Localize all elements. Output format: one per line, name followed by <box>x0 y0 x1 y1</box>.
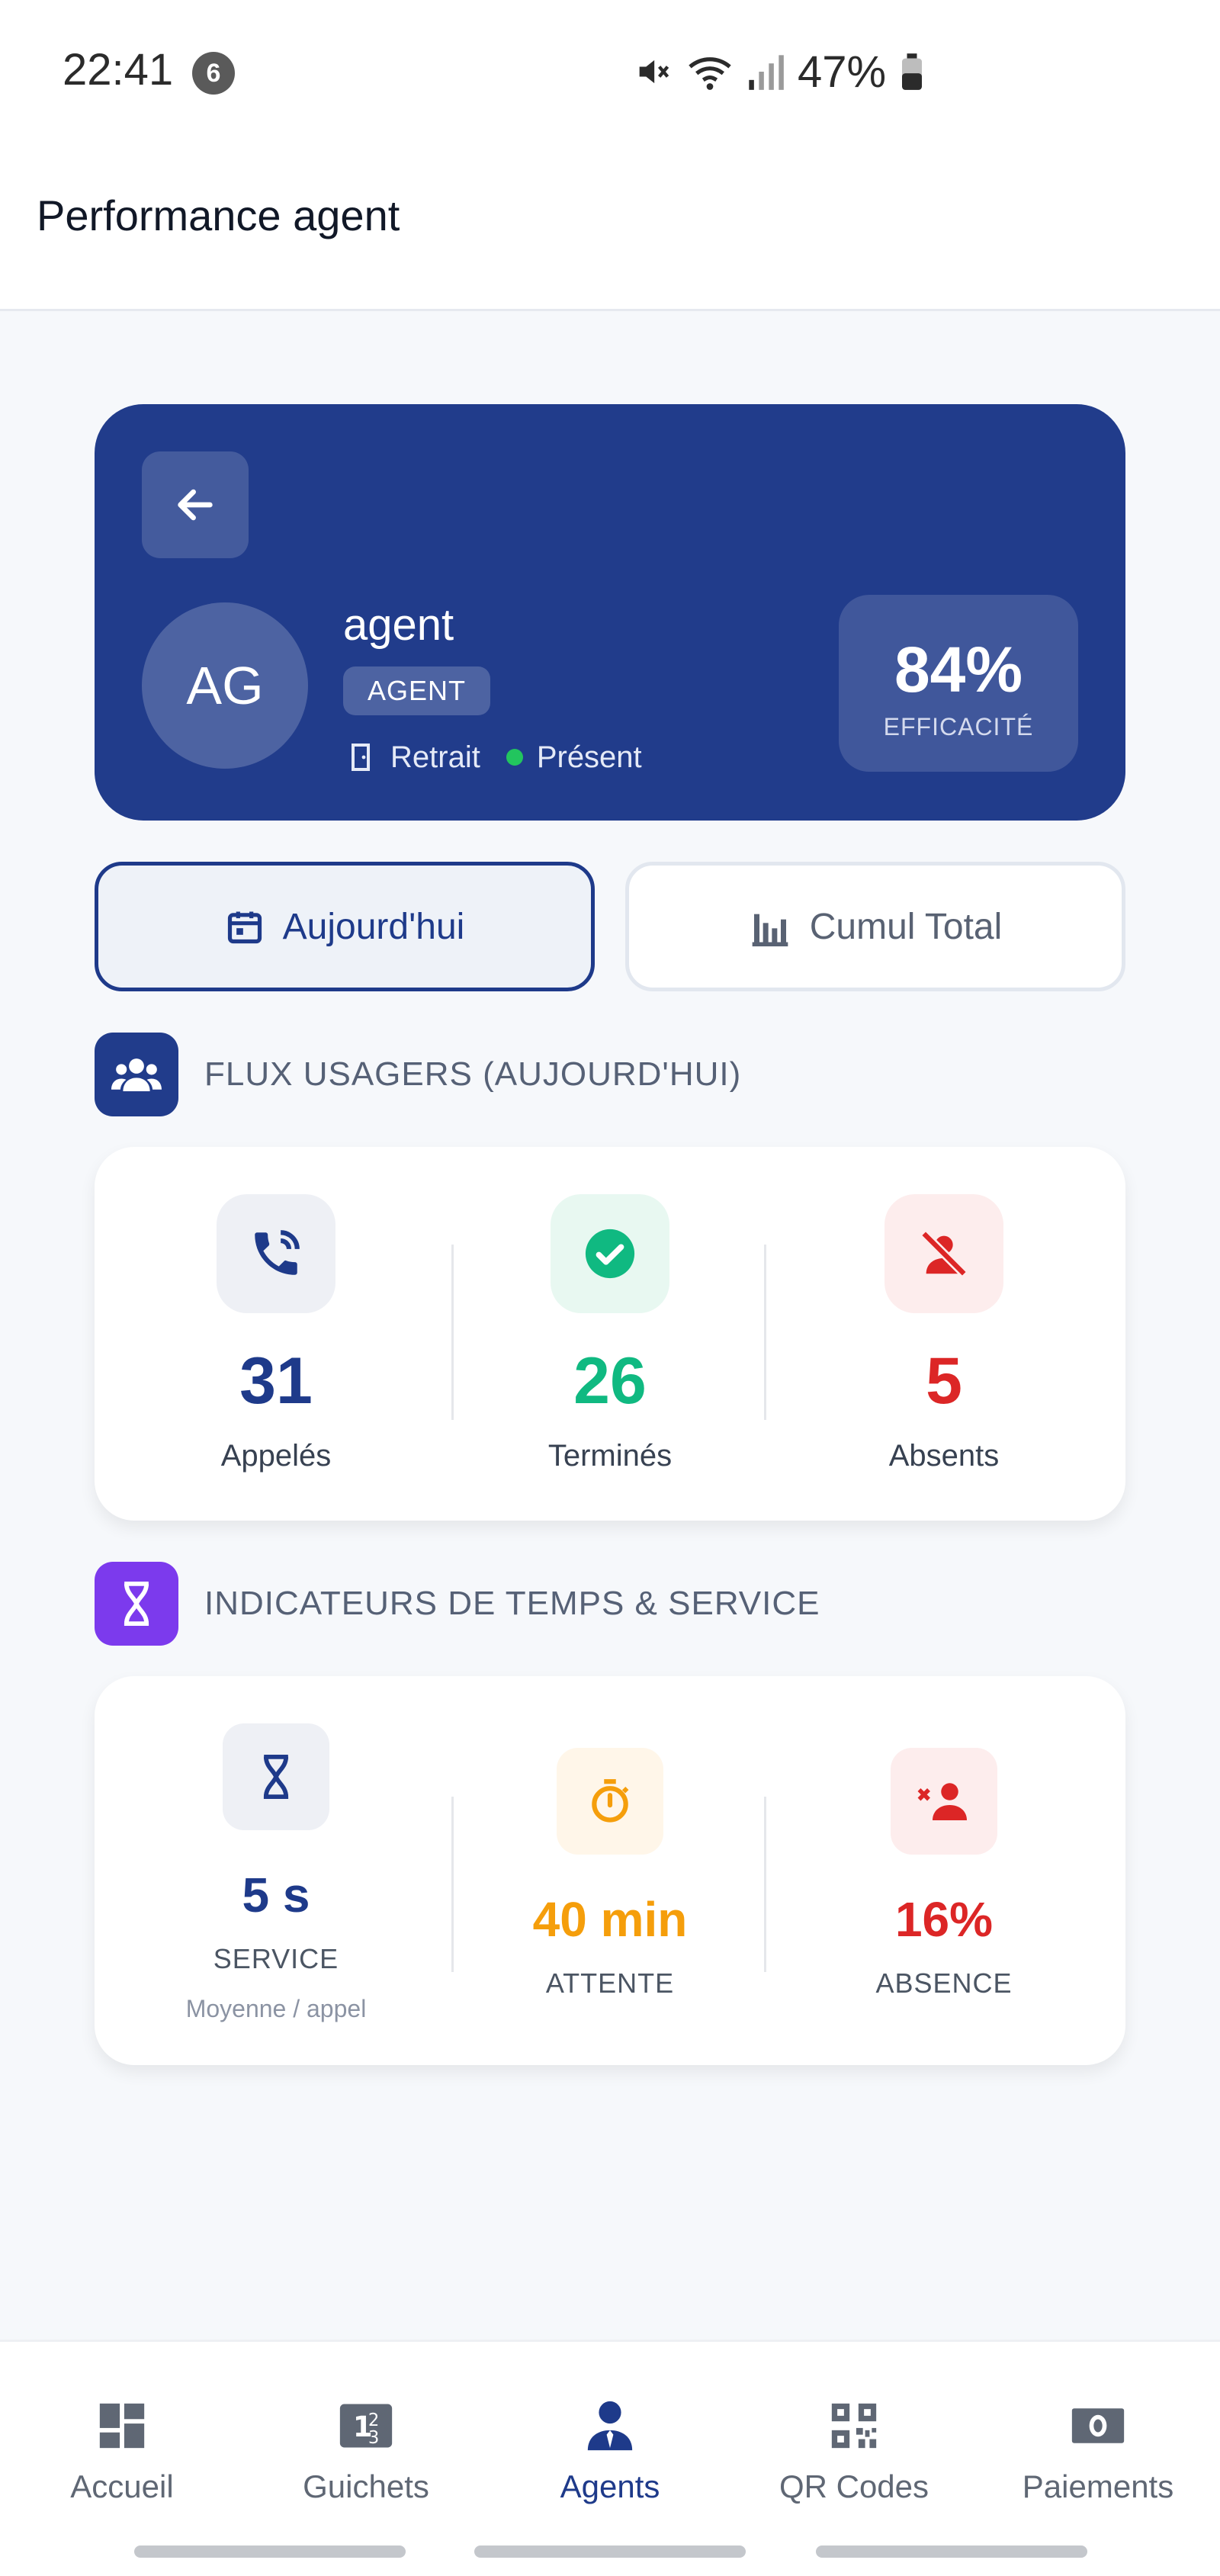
wifi-icon <box>689 57 731 90</box>
stopwatch-icon <box>557 1748 663 1855</box>
avatar: AG <box>142 602 308 769</box>
svg-text:3: 3 <box>368 2428 379 2448</box>
mute-icon <box>639 59 669 84</box>
nav-paiements-label: Paiements <box>1022 2468 1174 2504</box>
bottom-nav: Accueil 123 Guichets Agents QR Codes Pai… <box>0 2340 1220 2576</box>
presence-status: Présent <box>536 740 642 774</box>
dashboard-icon <box>0 2395 244 2456</box>
agent-icon <box>488 2395 732 2456</box>
hourglass-icon <box>223 1723 329 1830</box>
system-nav-bar[interactable] <box>134 2545 406 2558</box>
system-nav-bar[interactable] <box>816 2545 1087 2558</box>
time-section-header: INDICATEURS DE TEMPS & SERVICE <box>95 1562 820 1646</box>
nav-qr-codes-label: QR Codes <box>779 2468 929 2504</box>
role-badge: AGENT <box>343 666 491 715</box>
agent-profile-card: AG agent AGENT Retrait Présent 84% EFFIC… <box>95 404 1125 821</box>
flux-section-header: FLUX USAGERS (AUJOURD'HUI) <box>95 1033 741 1116</box>
efficiency-box: 84% EFFICACITÉ <box>839 595 1078 772</box>
nav-agents-label: Agents <box>560 2468 660 2504</box>
calendar-icon <box>227 911 262 944</box>
nav-paiements[interactable]: Paiements <box>976 2395 1220 2505</box>
nav-agents[interactable]: Agents <box>488 2395 732 2505</box>
status-time: 22:41 <box>63 45 174 95</box>
counter-icon: 123 <box>244 2395 488 2456</box>
agent-name: agent <box>343 600 454 650</box>
stat-waiting: 40 min ATTENTE <box>442 1748 778 1999</box>
battery-percent: 47% <box>798 47 887 97</box>
nav-qr-codes[interactable]: QR Codes <box>732 2395 976 2505</box>
absent-value: 5 <box>926 1344 962 1418</box>
time-stats-card: 5 s SERVICE Moyenne / appel 40 min ATTEN… <box>95 1676 1125 2065</box>
hourglass-icon <box>95 1562 178 1646</box>
waiting-label: ATTENTE <box>545 1967 675 1999</box>
nav-accueil[interactable]: Accueil <box>0 2395 244 2505</box>
called-label: Appelés <box>220 1439 332 1473</box>
tab-total[interactable]: Cumul Total <box>625 862 1125 991</box>
service-sublabel: Moyenne / appel <box>185 1995 367 2022</box>
door-icon <box>352 744 370 771</box>
stat-absence: 16% ABSENCE <box>776 1748 1112 1999</box>
stat-called: 31 Appelés <box>108 1194 444 1473</box>
notification-count-badge: 6 <box>192 52 235 95</box>
payments-icon <box>976 2395 1220 2456</box>
back-button[interactable] <box>142 451 249 558</box>
user-remove-icon <box>891 1748 997 1855</box>
tab-today-label: Aujourd'hui <box>282 906 465 947</box>
service-label: SERVICE <box>213 1943 339 1974</box>
nav-accueil-label: Accueil <box>70 2468 174 2504</box>
page-title: Performance agent <box>37 191 400 239</box>
waiting-value: 40 min <box>532 1892 688 1947</box>
absence-label: ABSENCE <box>875 1967 1013 1999</box>
battery-icon <box>902 53 923 90</box>
called-value: 31 <box>239 1344 313 1418</box>
check-circle-icon <box>551 1194 669 1313</box>
app-header: Performance agent <box>0 145 1220 311</box>
users-icon <box>95 1033 178 1116</box>
presence-dot <box>506 749 523 766</box>
agent-meta: Retrait Présent <box>348 735 642 779</box>
nav-guichets[interactable]: 123 Guichets <box>244 2395 488 2505</box>
nav-guichets-label: Guichets <box>303 2468 429 2504</box>
finished-label: Terminés <box>547 1439 673 1473</box>
stat-service: 5 s SERVICE Moyenne / appel <box>108 1723 444 2023</box>
signal-icon <box>749 55 784 90</box>
status-bar: 22:41 6 47% <box>0 0 1220 145</box>
phone-call-icon <box>217 1194 336 1313</box>
absence-value: 16% <box>894 1892 994 1947</box>
status-icons: 47% <box>633 47 924 97</box>
arrow-left-icon <box>178 489 213 521</box>
efficiency-label: EFFICACITÉ <box>883 713 1034 740</box>
bar-chart-icon <box>752 914 788 946</box>
time-section-title: INDICATEURS DE TEMPS & SERVICE <box>204 1585 820 1622</box>
tab-today[interactable]: Aujourd'hui <box>95 862 595 991</box>
stat-absent: 5 Absents <box>776 1194 1112 1473</box>
counter-name: Retrait <box>390 740 480 774</box>
user-off-icon <box>884 1194 1003 1313</box>
absent-label: Absents <box>888 1439 1000 1473</box>
finished-value: 26 <box>573 1344 647 1418</box>
flux-stats-card: 31 Appelés 26 Terminés 5 Absents <box>95 1147 1125 1521</box>
tab-total-label: Cumul Total <box>809 906 1003 947</box>
system-nav-bar[interactable] <box>474 2545 746 2558</box>
flux-section-title: FLUX USAGERS (AUJOURD'HUI) <box>204 1055 742 1093</box>
service-value: 5 s <box>242 1868 310 1922</box>
stat-finished: 26 Terminés <box>442 1194 778 1473</box>
efficiency-value: 84% <box>894 634 1023 705</box>
qr-code-icon <box>732 2395 976 2456</box>
